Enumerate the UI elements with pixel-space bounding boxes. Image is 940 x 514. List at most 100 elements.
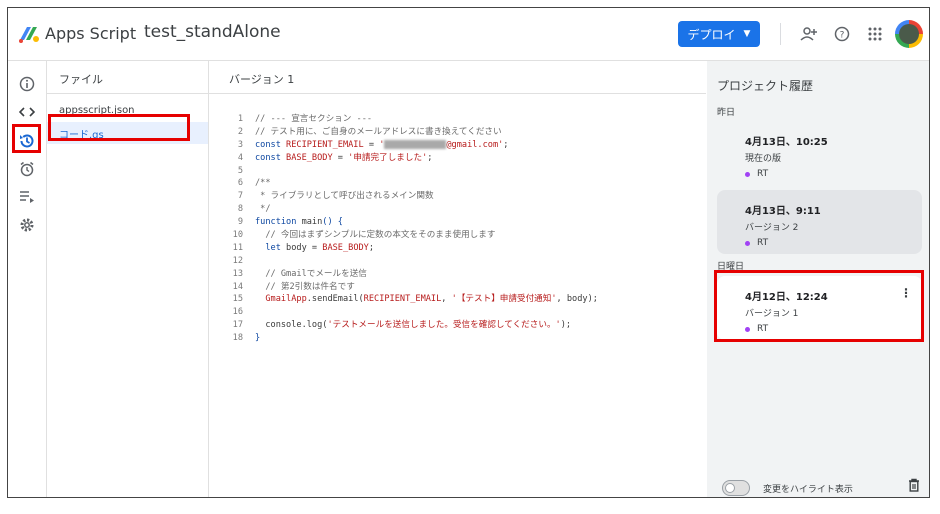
avatar[interactable]	[895, 20, 923, 48]
code-line: 12	[209, 255, 706, 268]
code-token: ;	[427, 152, 433, 163]
alarm-icon[interactable]	[16, 158, 38, 180]
info-icon[interactable]	[16, 73, 38, 95]
settings-icon[interactable]	[16, 214, 38, 236]
code-line: 13 // Gmailでメールを送信	[209, 268, 706, 281]
code-token: =	[306, 242, 323, 253]
line-number: 8	[237, 204, 243, 215]
line-text: * ライブラリとして呼び出されるメイン関数	[255, 190, 433, 203]
line-text: /**	[255, 177, 271, 190]
line-number: 14	[232, 281, 243, 292]
code-token: body	[286, 242, 307, 253]
code-token: // テスト用に、ご自身のメールアドレスに書き換えてください	[255, 126, 502, 137]
card-user: RT	[745, 169, 768, 179]
line-text: // Gmailでメールを送信	[255, 268, 367, 281]
code-line: 10 // 今回はまずシンプルに定数の本文をそのまま使用します	[209, 229, 706, 242]
card-user: RT	[745, 238, 768, 248]
code-token: );	[560, 320, 572, 331]
group-label-sunday: 日曜日	[717, 262, 745, 272]
code-token: RECIPIENT_EMAIL	[286, 139, 364, 150]
code-line: 11 let body = BASE_BODY;	[209, 242, 706, 255]
code-line: 6 /**	[209, 177, 706, 190]
code-line: 2 // テスト用に、ご自身のメールアドレスに書き換えてください	[209, 126, 706, 139]
line-number: 3	[237, 139, 243, 150]
line-number: 13	[232, 268, 243, 279]
code-line: 8 */	[209, 203, 706, 216]
svg-text:?: ?	[840, 31, 845, 41]
line-number: 2	[237, 126, 243, 137]
history-card-selected[interactable]: 4月12日、12:24 バージョン 1 RT ⋮	[717, 276, 922, 340]
line-text: const BASE_BODY = '申請完了しました';	[255, 152, 432, 165]
executions-icon[interactable]	[16, 186, 38, 208]
code-token: @gmail.com'	[446, 139, 504, 150]
code-line: 4 const BASE_BODY = '申請完了しました';	[209, 152, 706, 165]
add-person-icon[interactable]	[798, 23, 820, 45]
card-version: 現在の版	[745, 154, 782, 164]
line-text: */	[255, 203, 271, 216]
code-line: 18}	[209, 332, 706, 345]
apps-script-logo-icon	[19, 27, 39, 43]
user-dot-icon	[745, 240, 750, 246]
header-divider	[780, 23, 781, 45]
group-label-yesterday: 昨日	[717, 108, 736, 118]
user-dot-icon	[745, 171, 750, 177]
line-number: 7	[237, 191, 243, 202]
code-token: GmailApp	[255, 294, 307, 305]
code-token: RECIPIENT_EMAIL	[363, 294, 442, 305]
code-editor: バージョン 1 1 // --- 宣言セクション --- 2 // テスト用に、ご自身…	[209, 61, 706, 497]
line-text: }	[255, 332, 260, 345]
user-dot-icon	[745, 326, 750, 332]
history-card[interactable]: 4月13日、10:25 現在の版 RT	[717, 121, 922, 185]
line-number: 1	[237, 114, 243, 124]
more-vert-icon[interactable]: ⋮	[900, 286, 912, 300]
code-line: 3 const RECIPIENT_EMAIL = ' @gmail.com';	[209, 139, 706, 152]
line-number: 9	[237, 217, 243, 228]
line-number: 15	[232, 294, 243, 305]
history-card[interactable]: 4月13日、9:11 バージョン 2 RT	[717, 190, 922, 254]
file-name: コード.gs	[59, 129, 104, 141]
code-token: */	[255, 204, 271, 215]
file-name: appsscript.json	[59, 104, 135, 116]
user-initials: RT	[757, 324, 769, 334]
code-token: console	[255, 320, 302, 331]
deploy-label: デプロイ	[687, 27, 736, 42]
code-line: 17 console.log('テストメールを送信しました。受信を確認してくださ…	[209, 319, 706, 332]
code-token: ;	[503, 139, 509, 150]
help-icon[interactable]: ?	[831, 23, 853, 45]
line-text: // 第2引数は件名です	[255, 281, 355, 294]
line-text: // テスト用に、ご自身のメールアドレスに書き換えてください	[255, 126, 502, 139]
line-text: let body = BASE_BODY;	[255, 242, 374, 255]
trash-icon[interactable]	[908, 478, 920, 496]
code-token: const	[255, 139, 287, 150]
code-token: // --- 宣言セクション ---	[255, 114, 373, 124]
file-item-appsscript-json[interactable]: appsscript.json	[47, 99, 208, 121]
history-icon[interactable]	[16, 130, 38, 152]
highlight-changes-toggle[interactable]	[722, 480, 750, 496]
line-text: // 今回はまずシンプルに定数の本文をそのまま使用します	[255, 229, 495, 242]
code-token: function	[255, 217, 302, 228]
project-name[interactable]: test_standAlone	[144, 22, 281, 42]
code-icon[interactable]	[16, 101, 38, 123]
editor-title: バージョン 1	[229, 73, 295, 86]
code-token: // 第2引数は件名です	[255, 281, 355, 292]
code-token: =	[363, 139, 380, 150]
toggle-label: 変更をハイライト表示	[763, 485, 853, 495]
line-number: 16	[232, 307, 243, 318]
line-text: // --- 宣言セクション ---	[255, 113, 372, 126]
code-token: main	[301, 217, 323, 228]
left-rail	[8, 61, 47, 497]
code-area[interactable]: 1 // --- 宣言セクション --- 2 // テスト用に、ご自身のメールアドレス…	[209, 113, 706, 345]
apps-grid-icon[interactable]	[864, 23, 886, 45]
code-line: 9 function main() {	[209, 216, 706, 229]
code-token: }	[255, 333, 261, 344]
caret-down-icon: ▼	[743, 29, 751, 39]
file-item-code-gs[interactable]: コード.gs	[47, 122, 208, 144]
code-token: '【テスト】申請受付通知'	[451, 294, 557, 305]
deploy-button[interactable]: デプロイ ▼	[678, 21, 760, 47]
history-title: プロジェクト履歴	[717, 79, 814, 93]
top-bar: Apps Script test_standAlone デプロイ ▼ ?	[8, 8, 929, 61]
line-text: const RECIPIENT_EMAIL = ' @gmail.com';	[255, 139, 508, 152]
code-token: () {	[322, 217, 343, 228]
divider	[209, 93, 706, 94]
code-line: 5	[209, 165, 706, 178]
